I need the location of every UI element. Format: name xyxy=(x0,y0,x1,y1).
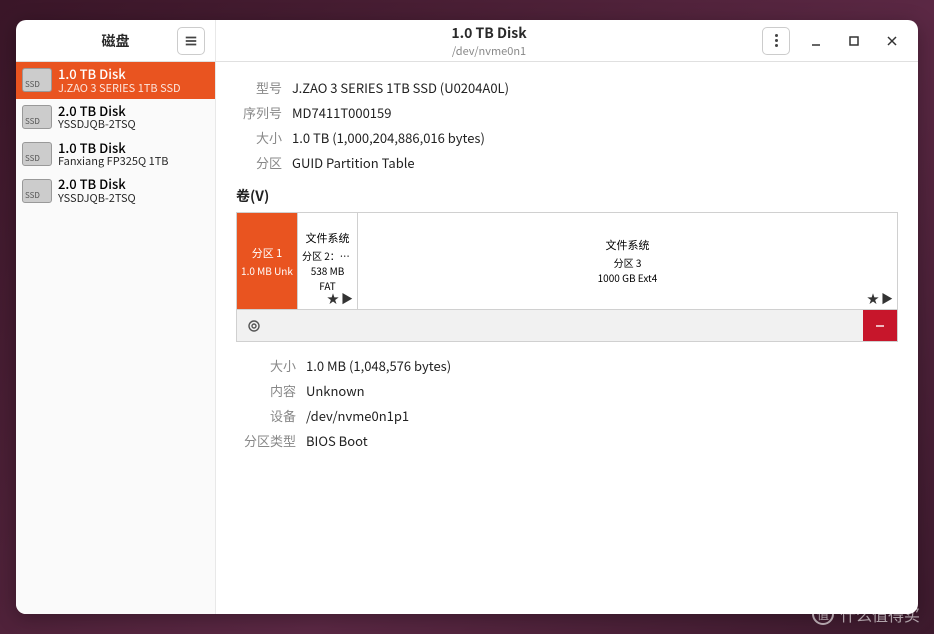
disk-title: 1.0 TB Disk xyxy=(216,23,762,43)
volumes-toolbar xyxy=(237,309,897,341)
disk-list-item-info: 1.0 TB Disk J.ZAO 3 SERIES 1TB SSD xyxy=(58,66,209,95)
play-icon[interactable]: ▶ xyxy=(341,290,353,307)
volume-size: 1000 GB Ext4 xyxy=(598,270,658,285)
disk-list-item-subtitle: YSSDJQB-2TSQ xyxy=(58,192,209,205)
minimize-icon xyxy=(810,35,822,47)
partitioning-label: 分区 xyxy=(236,153,292,172)
size-value: 1.0 TB (1,000,204,886,016 bytes) xyxy=(292,128,485,147)
disk-title-wrap: 1.0 TB Disk /dev/nvme0n1 xyxy=(216,23,762,59)
drive-options-button[interactable] xyxy=(762,27,790,55)
play-icon[interactable]: ▶ xyxy=(881,290,893,307)
disk-device-path: /dev/nvme0n1 xyxy=(216,43,762,59)
part-contents-value: Unknown xyxy=(306,381,365,400)
disk-list-item-title: 2.0 TB Disk xyxy=(58,176,209,192)
main-panel: 型号J.ZAO 3 SERIES 1TB SSD (U0204A0L) 序列号M… xyxy=(216,62,918,614)
serial-value: MD7411T000159 xyxy=(292,103,391,122)
menu-button[interactable] xyxy=(177,27,205,55)
volume-settings-button[interactable] xyxy=(237,310,271,341)
titlebar-left: 磁盘 xyxy=(16,20,216,61)
volume-type: 文件系统 xyxy=(306,230,350,246)
volume-size: 1.0 MB Unk xyxy=(241,263,293,278)
part-device-value: /dev/nvme0n1p1 xyxy=(306,406,409,425)
hamburger-icon xyxy=(184,34,198,48)
partitioning-value: GUID Partition Table xyxy=(292,153,415,172)
volume-actions: ★ ▶ xyxy=(867,290,893,307)
ssd-icon: SSD xyxy=(22,105,52,129)
volumes-box: 分区 1 1.0 MB Unk 文件系统 分区 2：EFI … 538 MB F… xyxy=(236,212,898,342)
titlebar-right: 1.0 TB Disk /dev/nvme0n1 xyxy=(216,20,918,61)
minus-icon xyxy=(872,318,888,334)
volume-label: 分区 2：EFI … xyxy=(302,248,353,263)
watermark-text: 什么值得买 xyxy=(840,602,920,626)
star-icon[interactable]: ★ xyxy=(867,290,879,307)
titlebar: 磁盘 1.0 TB Disk /dev/nvme0n1 xyxy=(16,20,918,62)
serial-label: 序列号 xyxy=(236,103,292,122)
part-type-label: 分区类型 xyxy=(236,431,306,450)
disk-list-item-title: 2.0 TB Disk xyxy=(58,103,209,119)
disk-list-item-title: 1.0 TB Disk xyxy=(58,140,209,156)
volume-partition[interactable]: 文件系统 分区 3 1000 GB Ext4 ★ ▶ xyxy=(357,213,897,309)
app-title: 磁盘 xyxy=(102,31,130,51)
disk-list-sidebar: SSD 1.0 TB Disk J.ZAO 3 SERIES 1TB SSD S… xyxy=(16,62,216,614)
window-controls xyxy=(762,27,918,55)
disk-list-item-info: 2.0 TB Disk YSSDJQB-2TSQ xyxy=(58,103,209,132)
disk-list-item-title: 1.0 TB Disk xyxy=(58,66,209,82)
ssd-icon: SSD xyxy=(22,68,52,92)
maximize-icon xyxy=(848,35,860,47)
content: SSD 1.0 TB Disk J.ZAO 3 SERIES 1TB SSD S… xyxy=(16,62,918,614)
model-value: J.ZAO 3 SERIES 1TB SSD (U0204A0L) xyxy=(292,78,509,97)
disk-list-item-subtitle: Fanxiang FP325Q 1TB xyxy=(58,155,209,168)
volume-type: 文件系统 xyxy=(606,237,650,253)
disk-list-item-subtitle: YSSDJQB-2TSQ xyxy=(58,118,209,131)
gear-icon xyxy=(246,318,262,334)
close-icon xyxy=(886,35,898,47)
volume-partition[interactable]: 文件系统 分区 2：EFI … 538 MB FAT ★ ▶ xyxy=(297,213,357,309)
close-button[interactable] xyxy=(880,29,904,53)
part-size-value: 1.0 MB (1,048,576 bytes) xyxy=(306,356,451,375)
part-contents-label: 内容 xyxy=(236,381,306,400)
disk-list-item[interactable]: SSD 1.0 TB Disk J.ZAO 3 SERIES 1TB SSD xyxy=(16,62,215,99)
volume-size: 538 MB FAT xyxy=(302,263,353,293)
size-label: 大小 xyxy=(236,128,292,147)
disks-window: 磁盘 1.0 TB Disk /dev/nvme0n1 xyxy=(16,20,918,614)
disk-list-item-info: 2.0 TB Disk YSSDJQB-2TSQ xyxy=(58,176,209,205)
disk-list-item[interactable]: SSD 1.0 TB Disk Fanxiang FP325Q 1TB xyxy=(16,136,215,173)
volume-label: 分区 3 xyxy=(614,255,642,270)
star-icon[interactable]: ★ xyxy=(327,290,339,307)
model-label: 型号 xyxy=(236,78,292,97)
part-size-label: 大小 xyxy=(236,356,306,375)
watermark: 值 什么值得买 xyxy=(812,602,920,626)
partition-details: 大小1.0 MB (1,048,576 bytes) 内容Unknown 设备/… xyxy=(236,356,898,450)
maximize-button[interactable] xyxy=(842,29,866,53)
toolbar-spacer xyxy=(271,310,863,341)
minimize-button[interactable] xyxy=(804,29,828,53)
disk-list-item[interactable]: SSD 2.0 TB Disk YSSDJQB-2TSQ xyxy=(16,172,215,209)
disk-list-item-info: 1.0 TB Disk Fanxiang FP325Q 1TB xyxy=(58,140,209,169)
volumes-strip: 分区 1 1.0 MB Unk 文件系统 分区 2：EFI … 538 MB F… xyxy=(237,213,897,309)
delete-partition-button[interactable] xyxy=(863,310,897,341)
disk-list-item-subtitle: J.ZAO 3 SERIES 1TB SSD xyxy=(58,82,209,95)
volume-actions: ★ ▶ xyxy=(327,290,353,307)
disk-list-item[interactable]: SSD 2.0 TB Disk YSSDJQB-2TSQ xyxy=(16,99,215,136)
ssd-icon: SSD xyxy=(22,142,52,166)
watermark-icon: 值 xyxy=(812,603,834,625)
volume-label: 分区 1 xyxy=(252,245,283,261)
part-type-value: BIOS Boot xyxy=(306,431,368,450)
ssd-icon: SSD xyxy=(22,179,52,203)
volumes-heading: 卷(V) xyxy=(236,186,898,206)
kebab-icon xyxy=(775,34,778,47)
part-device-label: 设备 xyxy=(236,406,306,425)
volume-partition[interactable]: 分区 1 1.0 MB Unk xyxy=(237,213,297,309)
